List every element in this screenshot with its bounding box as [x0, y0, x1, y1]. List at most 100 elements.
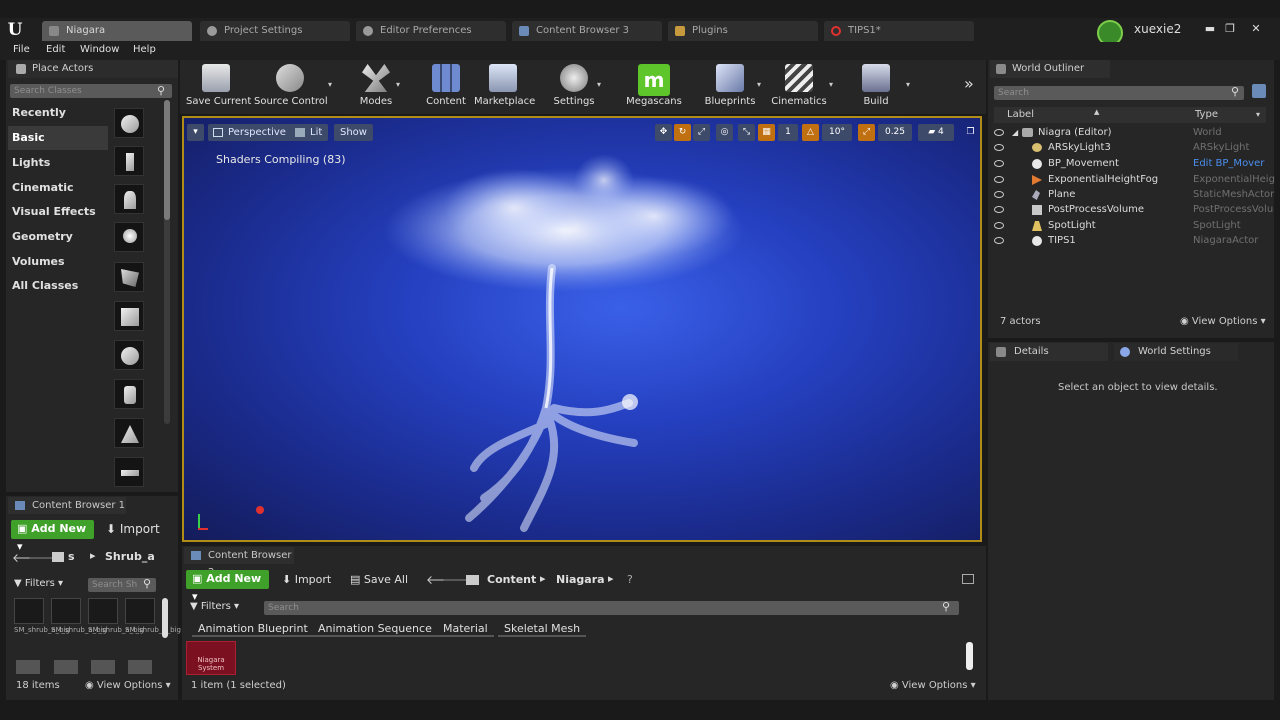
- asset-thumbnail[interactable]: [88, 598, 118, 624]
- build-button[interactable]: Build: [858, 62, 894, 110]
- tab-project-settings[interactable]: Project Settings: [200, 21, 350, 41]
- cb1-add-new-button[interactable]: ▣ Add New ▾: [11, 520, 94, 553]
- actor-empty-character[interactable]: [114, 146, 144, 176]
- cinematics-button[interactable]: Cinematics: [770, 62, 828, 110]
- grid-size-value[interactable]: 1: [778, 124, 798, 141]
- category-cinematic[interactable]: Cinematic: [8, 176, 108, 200]
- tab-niagara[interactable]: Niagara: [42, 21, 192, 41]
- settings-button[interactable]: Settings: [552, 62, 596, 110]
- viewport-options-button[interactable]: ▾: [187, 124, 204, 141]
- filter-chip-skeletal-mesh[interactable]: Skeletal Mesh: [498, 621, 587, 637]
- outliner-row-arskylight3[interactable]: ARSkyLight3 ARSkyLight: [994, 140, 1266, 155]
- save-current-button[interactable]: Save Current: [186, 62, 251, 110]
- marketplace-button[interactable]: Marketplace: [474, 62, 535, 110]
- cb2-import-button[interactable]: ⬇ Import: [282, 573, 331, 586]
- cb2-path-niagara[interactable]: Niagara: [556, 573, 605, 586]
- rotation-snap-value[interactable]: 10°: [822, 124, 852, 141]
- actor-cube[interactable]: [114, 301, 144, 331]
- asset-thumbnail[interactable]: [125, 598, 155, 624]
- cb2-scrollbar-thumb[interactable]: [966, 642, 973, 670]
- content-browser-1-tab[interactable]: Content Browser 1: [8, 497, 126, 514]
- menu-help[interactable]: Help: [133, 44, 156, 55]
- category-geometry[interactable]: Geometry: [8, 225, 108, 249]
- outliner-row-post-process-volume[interactable]: PostProcessVolume PostProcessVolu: [994, 202, 1273, 217]
- asset-thumbnail[interactable]: [51, 598, 81, 624]
- folder-icon[interactable]: [466, 575, 479, 585]
- cb2-add-new-button[interactable]: ▣ Add New ▾: [186, 570, 269, 603]
- cb1-import-button[interactable]: ⬇ Import: [106, 522, 160, 536]
- visibility-eye-icon[interactable]: [994, 206, 1004, 213]
- content-button[interactable]: Content: [424, 62, 468, 110]
- cinematics-dropdown-icon[interactable]: ▾: [829, 80, 833, 89]
- filter-chip-animation-sequence[interactable]: Animation Sequence: [312, 621, 438, 637]
- scale-snap-icon[interactable]: ⤢: [858, 124, 875, 141]
- cb2-search-input[interactable]: Search: [264, 601, 959, 615]
- actor-point-light[interactable]: [114, 222, 144, 252]
- cb2-view-options-button[interactable]: ◉ View Options ▾: [890, 680, 976, 691]
- collapse-arrow-icon[interactable]: ◢: [1012, 125, 1018, 140]
- outliner-row-exponential-height-fog[interactable]: ExponentialHeightFog ExponentialHeig: [994, 172, 1275, 187]
- niagara-system-asset[interactable]: Niagara System: [186, 641, 236, 675]
- outliner-row-bp-movement[interactable]: BP_Movement Edit BP_Mover: [994, 156, 1266, 171]
- restore-button[interactable]: ❐: [1222, 22, 1238, 36]
- asset-thumbnail[interactable]: [16, 660, 40, 674]
- cb1-view-options-button[interactable]: ◉ View Options ▾: [85, 680, 171, 691]
- actor-empty-pawn[interactable]: [114, 184, 144, 214]
- rotate-icon[interactable]: ↻: [674, 124, 691, 141]
- level-viewport[interactable]: [182, 116, 982, 542]
- outliner-row-plane[interactable]: Plane StaticMeshActor: [994, 187, 1274, 202]
- folder-icon[interactable]: [52, 552, 64, 562]
- create-folder-icon[interactable]: [1252, 84, 1266, 98]
- asset-thumbnail[interactable]: [91, 660, 115, 674]
- show-button[interactable]: Show: [334, 124, 373, 141]
- source-control-dropdown-icon[interactable]: ▾: [328, 80, 332, 89]
- menu-file[interactable]: File: [13, 44, 30, 55]
- category-recently-placed[interactable]: Recently Placed: [8, 101, 108, 143]
- category-basic[interactable]: Basic: [8, 126, 108, 150]
- visibility-eye-icon[interactable]: [994, 222, 1004, 229]
- label-column-header[interactable]: Label: [1007, 107, 1034, 123]
- cb1-filters-button[interactable]: ▼ Filters ▾: [14, 578, 63, 589]
- maximize-viewport-icon[interactable]: ❐: [962, 124, 979, 141]
- modes-button[interactable]: Modes: [356, 62, 396, 110]
- scale-icon[interactable]: ⤢: [693, 124, 710, 141]
- tab-editor-preferences[interactable]: Editor Preferences: [356, 21, 506, 41]
- world-settings-tab[interactable]: World Settings: [1114, 343, 1238, 361]
- actor-cylinder[interactable]: [114, 379, 144, 409]
- category-visual-effects[interactable]: Visual Effects: [8, 200, 108, 224]
- actor-cone[interactable]: [114, 418, 144, 448]
- content-browser-2-tab[interactable]: Content Browser 2: [184, 547, 294, 578]
- visibility-eye-icon[interactable]: [994, 160, 1004, 167]
- cb2-save-all-button[interactable]: ▤ Save All: [350, 573, 408, 586]
- place-actors-scrollbar[interactable]: [164, 100, 170, 424]
- world-local-icon[interactable]: ◎: [716, 124, 733, 141]
- grid-snap-icon[interactable]: ▦: [758, 124, 775, 141]
- world-outliner-tab[interactable]: World Outliner: [990, 60, 1110, 78]
- megascans-button[interactable]: m Megascans: [626, 62, 682, 110]
- scale-snap-value[interactable]: 0.25: [878, 124, 912, 141]
- source-control-button[interactable]: Source Control: [254, 62, 328, 110]
- actor-empty-actor[interactable]: [114, 108, 144, 138]
- place-actors-tab[interactable]: Place Actors: [8, 60, 178, 78]
- surface-snap-icon[interactable]: ⤡: [738, 124, 755, 141]
- cb1-path-fragment[interactable]: s: [68, 550, 75, 563]
- cb2-path-content[interactable]: Content: [487, 573, 536, 586]
- details-tab[interactable]: Details: [990, 343, 1108, 361]
- close-button[interactable]: ✕: [1248, 22, 1264, 36]
- cb2-filters-button[interactable]: ▼ Filters ▾: [190, 601, 239, 612]
- visibility-eye-icon[interactable]: [994, 191, 1004, 198]
- blueprints-dropdown-icon[interactable]: ▾: [757, 80, 761, 89]
- build-dropdown-icon[interactable]: ▾: [906, 80, 910, 89]
- perspective-button[interactable]: Perspective: [208, 124, 292, 141]
- filter-chip-material[interactable]: Material: [437, 621, 494, 637]
- visibility-eye-icon[interactable]: [994, 237, 1004, 244]
- lock-icon[interactable]: [962, 574, 974, 584]
- type-column-dropdown-icon[interactable]: ▾: [1256, 107, 1260, 123]
- filter-chip-animation-blueprint[interactable]: Animation Blueprint: [192, 621, 314, 637]
- tab-tips1[interactable]: TIPS1*: [824, 21, 974, 41]
- help-icon[interactable]: ?: [627, 573, 633, 586]
- category-volumes[interactable]: Volumes: [8, 250, 108, 274]
- outliner-view-options-button[interactable]: ◉ View Options ▾: [1180, 316, 1266, 327]
- translate-icon[interactable]: ✥: [655, 124, 672, 141]
- actor-plane[interactable]: [114, 457, 144, 487]
